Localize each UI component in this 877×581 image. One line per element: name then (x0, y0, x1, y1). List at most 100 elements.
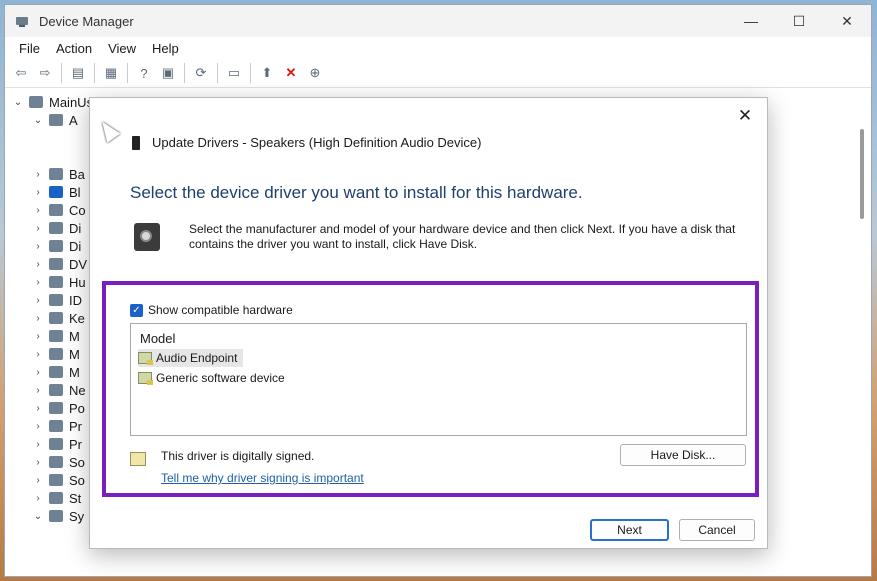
toolbar-separator (184, 63, 185, 83)
list-item-audio-endpoint[interactable]: Audio Endpoint (138, 349, 244, 367)
tree-item-label: Di (69, 238, 82, 254)
chevron-right-icon[interactable]: › (31, 241, 45, 252)
tree-item-label: St (69, 490, 82, 506)
chevron-right-icon[interactable]: › (31, 205, 45, 216)
tree-item[interactable]: › M (31, 327, 80, 345)
signed-status-text: This driver is digitally signed. (161, 449, 315, 463)
chevron-right-icon[interactable]: › (31, 169, 45, 180)
tree-item[interactable]: › St (31, 489, 81, 507)
chevron-right-icon[interactable]: › (31, 349, 45, 360)
scan-hardware-icon[interactable]: ▭ (225, 64, 243, 82)
tree-item[interactable]: › Di (31, 237, 81, 255)
minimize-button[interactable]: — (727, 5, 775, 37)
cancel-button[interactable]: Cancel (679, 519, 755, 541)
tree-item-label: Sy (69, 508, 85, 524)
tree-item[interactable]: › Hu (31, 273, 85, 291)
tree-item-label: Po (69, 400, 85, 416)
chevron-right-icon[interactable]: › (31, 223, 45, 234)
chevron-right-icon[interactable]: › (31, 475, 45, 486)
device-icon (49, 348, 63, 360)
chevron-down-icon[interactable]: ⌄ (31, 115, 45, 126)
model-listbox[interactable]: Model Audio Endpoint Generic software de… (130, 323, 747, 436)
toolbar-separator (217, 63, 218, 83)
driver-signing-link[interactable]: Tell me why driver signing is important (161, 471, 364, 485)
tree-item[interactable]: › Ke (31, 309, 85, 327)
tree-item[interactable]: › ID (31, 291, 82, 309)
tree-item-label: M (69, 328, 80, 344)
vertical-scrollbar[interactable] (857, 89, 867, 568)
device-icon (49, 312, 63, 324)
chevron-right-icon[interactable]: › (31, 385, 45, 396)
device-icon (49, 204, 63, 216)
dialog-close-button[interactable]: ✕ (733, 104, 757, 128)
tree-item[interactable]: › Di (31, 219, 81, 237)
tree-item[interactable]: › Bl (31, 183, 80, 201)
chevron-down-icon[interactable]: ⌄ (11, 97, 25, 108)
scrollbar-thumb[interactable] (860, 129, 864, 219)
chevron-right-icon[interactable]: › (31, 295, 45, 306)
next-button[interactable]: Next (590, 519, 669, 541)
show-hide-console-icon[interactable]: ▤ (69, 64, 87, 82)
device-icon (49, 366, 63, 378)
forward-arrow-icon[interactable]: ⇨ (36, 64, 54, 82)
device-icon (49, 114, 63, 126)
chevron-down-icon[interactable]: ⌄ (31, 511, 45, 522)
chevron-right-icon[interactable]: › (31, 493, 45, 504)
menu-view[interactable]: View (100, 41, 144, 56)
have-disk-button[interactable]: Have Disk... (620, 444, 746, 466)
chevron-right-icon[interactable]: › (31, 439, 45, 450)
chevron-right-icon[interactable]: › (31, 457, 45, 468)
tree-item[interactable]: › Po (31, 399, 85, 417)
tree-item[interactable]: › M (31, 345, 80, 363)
close-window-button[interactable]: ✕ (823, 5, 871, 37)
device-icon (49, 330, 63, 342)
speaker-device-icon (132, 135, 140, 150)
tree-item[interactable]: › Pr (31, 435, 82, 453)
uninstall-device-icon[interactable]: ✕ (282, 64, 300, 82)
chevron-right-icon[interactable]: › (31, 403, 45, 414)
dialog-header-text: Update Drivers - Speakers (High Definiti… (152, 135, 482, 150)
device-icon (49, 258, 63, 270)
add-driver-icon[interactable]: ⬆ (258, 64, 276, 82)
download-icon[interactable]: ⊕ (306, 64, 324, 82)
tree-item[interactable]: › Ba (31, 165, 85, 183)
tree-item[interactable]: › Co (31, 201, 85, 219)
device-icon (49, 492, 63, 504)
tree-item[interactable]: › DV (31, 255, 87, 273)
tree-item[interactable]: › Pr (31, 417, 82, 435)
tree-item[interactable]: › So (31, 471, 85, 489)
show-compatible-checkbox-row[interactable]: ✓ Show compatible hardware (130, 303, 293, 317)
chevron-right-icon[interactable]: › (31, 187, 45, 198)
tree-item[interactable]: › So (31, 453, 85, 471)
tree-item[interactable]: › M (31, 363, 80, 381)
help-icon[interactable]: ? (135, 64, 153, 82)
menu-action[interactable]: Action (48, 41, 100, 56)
tree-item[interactable]: › Ne (31, 381, 85, 399)
chevron-right-icon[interactable]: › (31, 331, 45, 342)
maximize-button[interactable]: ☐ (775, 5, 823, 37)
toolbar-separator (127, 63, 128, 83)
chevron-right-icon[interactable]: › (31, 367, 45, 378)
chevron-right-icon[interactable]: › (31, 259, 45, 270)
device-icon (49, 510, 63, 522)
list-item-generic-software-device[interactable]: Generic software device (138, 369, 291, 387)
speaker-icon (134, 223, 160, 251)
properties-icon[interactable]: ▦ (102, 64, 120, 82)
menu-file[interactable]: File (11, 41, 48, 56)
device-icon (49, 420, 63, 432)
back-arrow-icon[interactable]: ⇦ (12, 64, 30, 82)
tree-item[interactable]: ⌄ Sy (31, 507, 84, 525)
chevron-right-icon[interactable]: › (31, 421, 45, 432)
tree-item-label: A (69, 112, 78, 128)
menu-help[interactable]: Help (144, 41, 187, 56)
tree-item-label: Pr (69, 436, 82, 452)
update-driver-icon[interactable]: ⟳ (192, 64, 210, 82)
device-icon (49, 222, 63, 234)
device-icon (49, 276, 63, 288)
action-pane-icon[interactable]: ▣ (159, 64, 177, 82)
show-compatible-checkbox[interactable]: ✓ (130, 303, 143, 317)
window-title: Device Manager (39, 13, 134, 29)
chevron-right-icon[interactable]: › (31, 313, 45, 324)
chevron-right-icon[interactable]: › (31, 277, 45, 288)
tree-item[interactable]: ⌄ A (31, 111, 78, 129)
